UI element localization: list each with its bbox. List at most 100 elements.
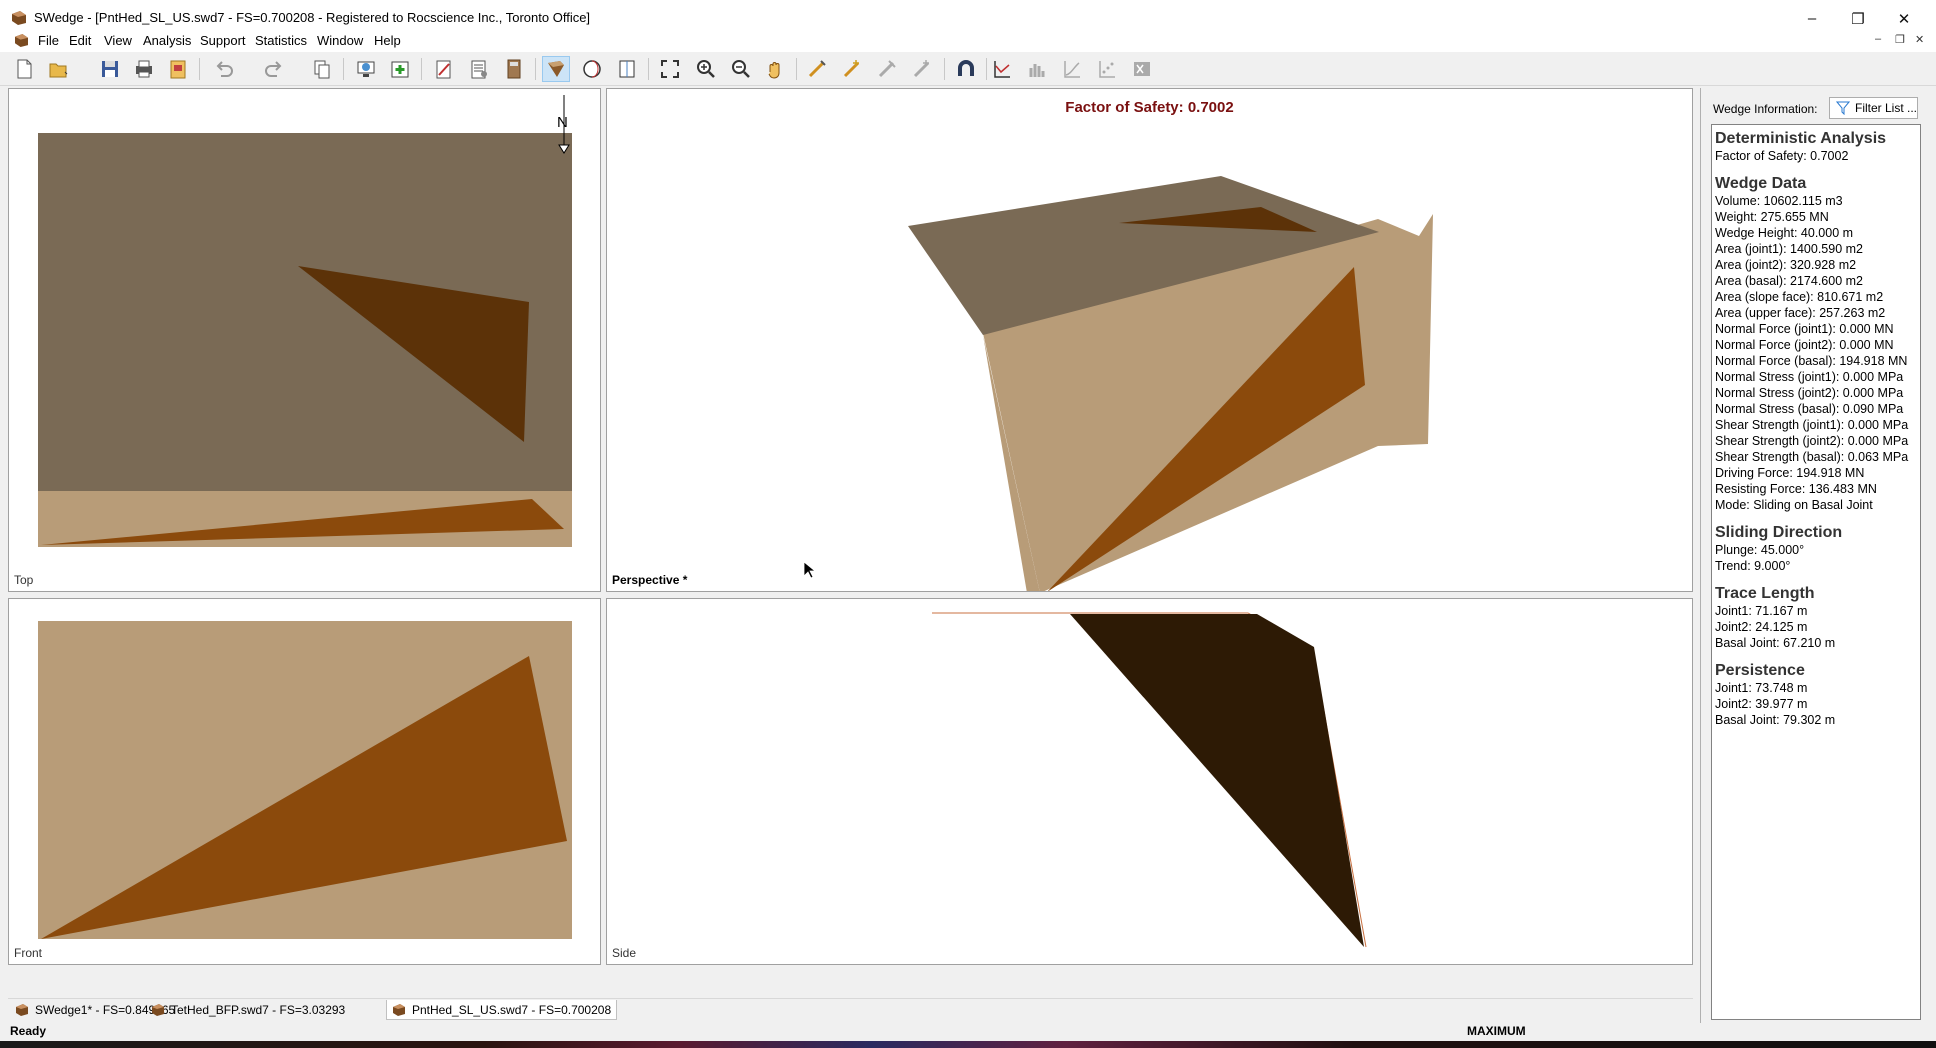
front-view-label: Front — [14, 946, 43, 960]
histogram-icon — [1029, 64, 1045, 77]
info-panel-header: Wedge Information: Filter List ... — [1701, 88, 1925, 122]
project-settings-icon — [357, 61, 375, 77]
info-row: Area (upper face): 257.263 m2 — [1715, 306, 1886, 320]
sensitivity-button[interactable] — [465, 56, 493, 82]
info-row: Area (joint1): 1400.590 m2 — [1715, 242, 1864, 256]
scatter-icon — [1099, 61, 1115, 78]
info-row: Normal Force (basal): 194.918 MN — [1715, 354, 1908, 368]
wedge-side — [1070, 614, 1364, 947]
excel-icon — [1134, 62, 1150, 76]
add-bolt-button[interactable] — [803, 56, 831, 82]
doc-tab-pnthed[interactable]: PntHed_SL_US.swd7 - FS=0.700208 — [386, 1000, 618, 1020]
app-icon — [12, 11, 26, 25]
filter-icon — [1836, 101, 1850, 115]
info-section-title: Deterministic Analysis — [1715, 130, 1887, 147]
scatter-button[interactable] — [1093, 56, 1121, 82]
menu-analysis[interactable]: Analysis — [143, 33, 191, 48]
close-icon: ✕ — [1897, 10, 1911, 28]
info-row: Area (basal): 2174.600 m2 — [1715, 274, 1864, 288]
copy-button[interactable] — [308, 56, 336, 82]
filter-list-button[interactable]: Filter List ... — [1829, 97, 1918, 119]
project-settings-button[interactable] — [352, 56, 380, 82]
menu-help[interactable]: Help — [374, 33, 401, 48]
add-force-button[interactable] — [908, 56, 936, 82]
export-button[interactable] — [164, 56, 192, 82]
info-row: Weight: 275.655 MN — [1715, 210, 1829, 224]
info-section-title: Sliding Direction — [1715, 524, 1843, 541]
north-label: N — [557, 114, 568, 131]
info-row: Shear Strength (basal): 0.063 MPa — [1715, 450, 1909, 464]
zoom-in-button[interactable] — [692, 56, 720, 82]
status-bar: Ready MAXIMUM — [0, 1022, 1700, 1041]
open-file-button[interactable] — [44, 56, 72, 82]
info-row: Basal Joint: 79.302 m — [1715, 713, 1836, 727]
front-view[interactable]: Front — [8, 598, 601, 965]
minimize-icon: – — [1807, 10, 1817, 27]
wedge-view-button[interactable] — [542, 56, 570, 82]
info-section-title: Trace Length — [1715, 585, 1815, 602]
magnet-button[interactable] — [952, 56, 980, 82]
stereonet-button[interactable] — [578, 56, 606, 82]
perspective-scene — [908, 176, 1433, 591]
document-icon — [16, 1004, 28, 1016]
mdi-minimize-button[interactable]: – — [1875, 33, 1881, 45]
mdi-close-button[interactable]: ✕ — [1915, 33, 1924, 46]
perspective-view[interactable]: Factor of Safety: 0.7002 Perspective * — [606, 88, 1693, 592]
excel-button[interactable] — [1128, 56, 1156, 82]
cumulative-button[interactable] — [1058, 56, 1086, 82]
info-header-label: Wedge Information: — [1713, 102, 1818, 116]
menu-edit[interactable]: Edit — [69, 33, 91, 48]
menu-view[interactable]: View — [104, 33, 132, 48]
zoom-out-button[interactable] — [727, 56, 755, 82]
add-pressure-icon — [843, 60, 860, 78]
cumulative-icon — [1064, 61, 1080, 78]
top-view-scene: N — [38, 95, 572, 547]
new-file-button[interactable] — [10, 56, 38, 82]
status-text: Ready — [10, 1024, 47, 1038]
side-view[interactable]: Side — [606, 598, 1693, 965]
magnet-icon — [958, 60, 974, 76]
input-data-button[interactable] — [430, 56, 458, 82]
menu-window[interactable]: Window — [317, 33, 363, 48]
stereonet-icon — [583, 60, 601, 78]
info-row: Shear Strength (joint2): 0.000 MPa — [1715, 434, 1909, 448]
document-tabs: SWedge1* - FS=0.849365 TetHed_BFP.swd7 -… — [8, 998, 1693, 1020]
info-row: Plunge: 45.000° — [1715, 543, 1805, 557]
top-view[interactable]: N Top — [8, 88, 601, 592]
info-row: Normal Stress (joint1): 0.000 MPa — [1715, 370, 1904, 384]
histogram-button[interactable] — [1023, 56, 1051, 82]
info-row: Resisting Force: 136.483 MN — [1715, 482, 1877, 496]
four-view-button[interactable] — [613, 56, 641, 82]
info-row: Joint2: 39.977 m — [1715, 697, 1808, 711]
pan-button[interactable] — [761, 56, 789, 82]
chart-button[interactable] — [988, 56, 1016, 82]
redo-button[interactable] — [260, 56, 288, 82]
info-row: Normal Stress (joint2): 0.000 MPa — [1715, 386, 1904, 400]
status-indicator: MAXIMUM — [1467, 1024, 1526, 1038]
mdi-restore-button[interactable]: ❐ — [1895, 33, 1905, 46]
add-button[interactable] — [386, 56, 414, 82]
four-view-icon — [619, 60, 635, 78]
document-icon[interactable] — [14, 34, 29, 47]
zoom-all-button[interactable] — [656, 56, 684, 82]
add-shotcrete-icon — [878, 60, 896, 78]
pan-icon — [768, 62, 780, 79]
toolbar — [0, 53, 1936, 86]
doc-tab-tethed[interactable]: TetHed_BFP.swd7 - FS=3.03293 — [146, 1000, 350, 1020]
print-button[interactable] — [130, 56, 158, 82]
desktop-background — [0, 1041, 1936, 1048]
menu-file[interactable]: File — [38, 33, 59, 48]
calculator-button[interactable] — [500, 56, 528, 82]
menu-statistics[interactable]: Statistics — [255, 33, 307, 48]
info-row: Joint1: 71.167 m — [1715, 604, 1808, 618]
save-icon — [102, 61, 118, 77]
add-shotcrete-button[interactable] — [873, 56, 901, 82]
mouse-cursor-icon — [803, 561, 815, 579]
zoom-all-icon — [661, 60, 679, 78]
menu-support[interactable]: Support — [200, 33, 246, 48]
info-row: Joint2: 24.125 m — [1715, 620, 1808, 634]
undo-button[interactable] — [210, 56, 238, 82]
save-button[interactable] — [96, 56, 124, 82]
info-row: Driving Force: 194.918 MN — [1715, 466, 1865, 480]
add-pressure-button[interactable] — [838, 56, 866, 82]
